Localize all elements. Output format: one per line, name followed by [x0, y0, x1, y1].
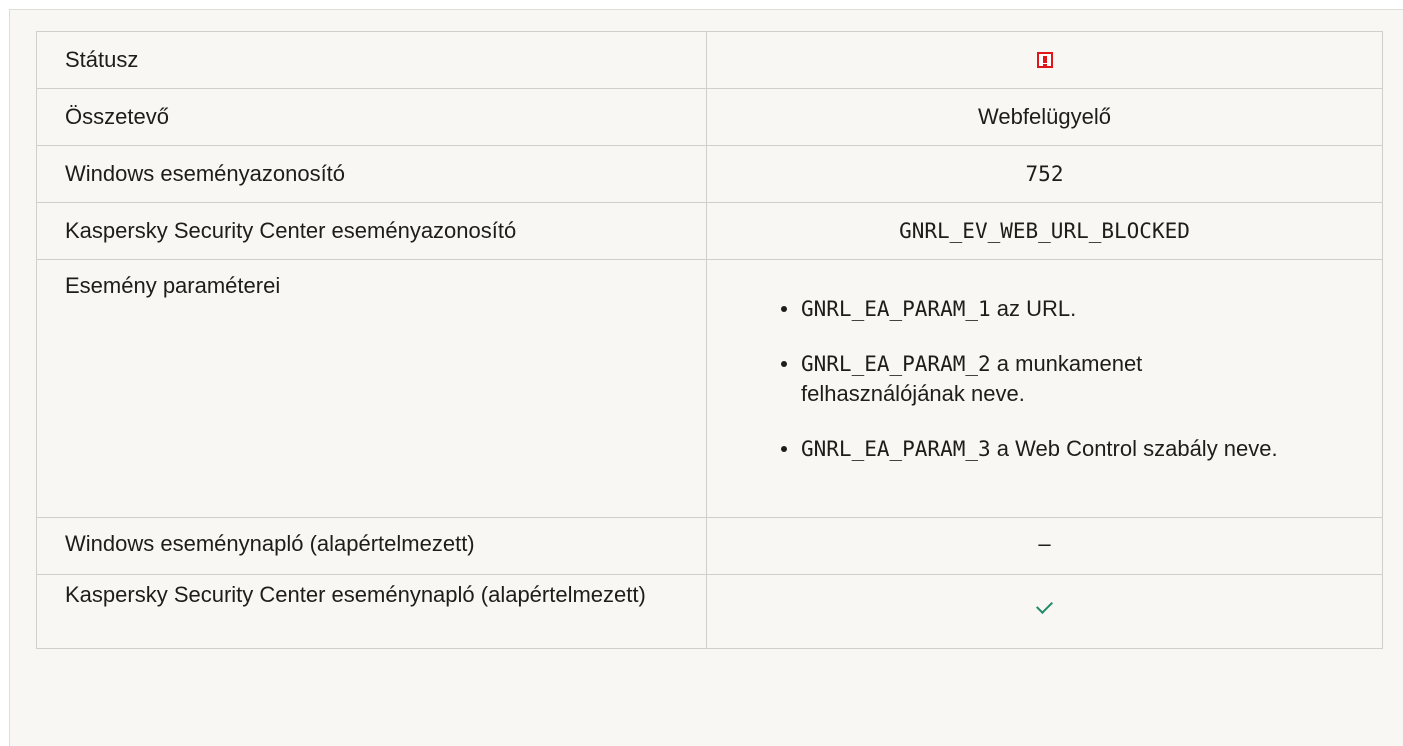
event-params-value: GNRL_EA_PARAM_1 az URL. GNRL_EA_PARAM_2 …	[706, 259, 1383, 518]
table-row-windows-event-id: Windows eseményazonosító 752	[36, 145, 1383, 203]
event-params-label: Esemény paraméterei	[36, 259, 707, 518]
status-label: Státusz	[36, 31, 707, 89]
event-details-table: Státusz Összetevő Webfelügyelő Windows e…	[36, 31, 1383, 649]
component-value: Webfelügyelő	[706, 88, 1383, 146]
table-row-ksc-event-id: Kaspersky Security Center eseményazonosí…	[36, 202, 1383, 260]
status-value	[706, 31, 1383, 89]
list-item: GNRL_EA_PARAM_2 a munkamenet felhasználó…	[763, 349, 1301, 409]
list-item: GNRL_EA_PARAM_3 a Web Control szabály ne…	[763, 434, 1301, 464]
param-code: GNRL_EA_PARAM_2	[801, 352, 991, 376]
param-desc: a Web Control szabály neve.	[990, 436, 1278, 461]
table-row-event-params: Esemény paraméterei GNRL_EA_PARAM_1 az U…	[36, 259, 1383, 518]
windows-event-id-value: 752	[1025, 162, 1064, 186]
param-desc: az URL.	[990, 296, 1077, 321]
param-code: GNRL_EA_PARAM_1	[801, 297, 991, 321]
windows-event-log-label: Windows eseménynapló (alapértelmezett)	[36, 517, 707, 575]
ksc-event-id-cell: GNRL_EV_WEB_URL_BLOCKED	[706, 202, 1383, 260]
list-item: GNRL_EA_PARAM_1 az URL.	[763, 294, 1301, 324]
content-panel: Státusz Összetevő Webfelügyelő Windows e…	[9, 9, 1403, 746]
ksc-event-id-label: Kaspersky Security Center eseményazonosí…	[36, 202, 707, 260]
checkmark-icon	[1036, 597, 1053, 614]
warning-icon	[1036, 52, 1053, 68]
table-row-component: Összetevő Webfelügyelő	[36, 88, 1383, 146]
ksc-event-log-value	[706, 574, 1383, 649]
table-row-status: Státusz	[36, 31, 1383, 89]
param-code: GNRL_EA_PARAM_3	[801, 437, 991, 461]
ksc-event-id-value: GNRL_EV_WEB_URL_BLOCKED	[899, 219, 1190, 243]
table-row-windows-event-log: Windows eseménynapló (alapértelmezett) –	[36, 517, 1383, 575]
component-label: Összetevő	[36, 88, 707, 146]
windows-event-log-value: –	[706, 517, 1383, 575]
windows-event-id-label: Windows eseményazonosító	[36, 145, 707, 203]
windows-event-id-cell: 752	[706, 145, 1383, 203]
ksc-event-log-label: Kaspersky Security Center eseménynapló (…	[36, 574, 707, 649]
table-row-ksc-event-log: Kaspersky Security Center eseménynapló (…	[36, 574, 1383, 649]
param-list: GNRL_EA_PARAM_1 az URL. GNRL_EA_PARAM_2 …	[735, 294, 1354, 464]
